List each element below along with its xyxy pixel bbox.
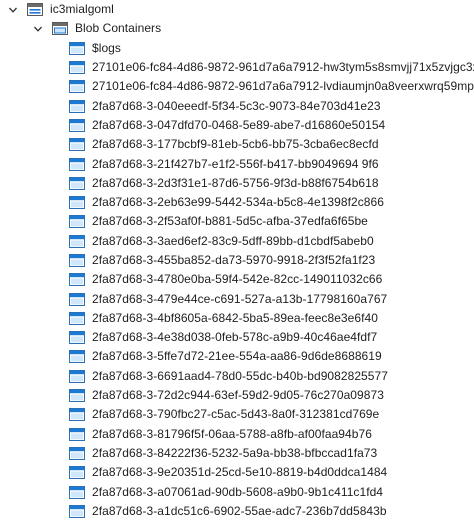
container-label: 2fa87d68-3-72d2c944-63ef-59d2-9d05-76c27… — [92, 388, 384, 403]
blob-container-icon — [69, 389, 85, 403]
container-label: 2fa87d68-3-3aed6ef2-83c9-5dff-89bb-d1cbd… — [92, 233, 374, 248]
blob-container-icon — [69, 292, 85, 306]
explorer-tree: ic3mialgoml Blob Containers $logs 27101e0… — [0, 0, 474, 521]
container-label: 2fa87d68-3-5ffe7d72-21ee-554a-aa86-9d6de… — [92, 349, 382, 364]
container-label: 2fa87d68-3-2f53af0f-b881-5d5c-afba-37edf… — [92, 214, 368, 229]
tree-node-container[interactable]: 2fa87d68-3-6691aad4-78d0-55dc-b40b-bd908… — [0, 367, 474, 386]
tree-node-container[interactable]: 2fa87d68-3-9e20351d-25cd-5e10-8819-b4d0d… — [0, 463, 474, 482]
storage-account-label: ic3mialgoml — [50, 2, 114, 17]
tree-node-container[interactable]: 27101e06-fc84-4d86-9872-961d7a6a7912-lvd… — [0, 77, 474, 96]
container-label: 2fa87d68-3-040eeedf-5f34-5c3c-9073-84e70… — [92, 98, 381, 113]
container-label: 2fa87d68-3-4e38d038-0feb-578c-a9b9-40c46… — [92, 330, 378, 345]
blob-containers-icon — [52, 22, 68, 36]
container-label: 2fa87d68-3-21f427b7-e1f2-556f-b417-bb904… — [92, 156, 379, 171]
container-label: $logs — [92, 40, 121, 55]
tree-node-container[interactable]: 2fa87d68-3-4bf8605a-6842-5ba5-89ea-feec8… — [0, 309, 474, 328]
blob-container-icon — [69, 273, 85, 287]
container-label: 2fa87d68-3-9e20351d-25cd-5e10-8819-b4d0d… — [92, 465, 388, 480]
tree-node-container[interactable]: 2fa87d68-3-4e38d038-0feb-578c-a9b9-40c46… — [0, 328, 474, 347]
blob-container-icon — [69, 41, 85, 55]
container-label: 2fa87d68-3-a07061ad-90db-5608-a9b0-9b1c4… — [92, 484, 384, 499]
tree-node-blob-containers[interactable]: Blob Containers — [0, 19, 474, 38]
blob-container-icon — [69, 446, 85, 460]
container-label: 27101e06-fc84-4d86-9872-961d7a6a7912-hw3… — [92, 60, 474, 75]
container-label: 2fa87d68-3-6691aad4-78d0-55dc-b40b-bd908… — [92, 368, 388, 383]
blob-container-icon — [69, 254, 85, 267]
blob-container-icon — [69, 99, 85, 113]
container-label: 2fa87d68-3-790fbc27-c5ac-5d43-8a0f-31238… — [92, 407, 380, 422]
blob-container-icon — [69, 331, 85, 345]
container-label: 2fa87d68-3-4bf8605a-6842-5ba5-89ea-feec8… — [92, 310, 378, 325]
tree-node-container[interactable]: 2fa87d68-3-2f53af0f-b881-5d5c-afba-37edf… — [0, 212, 474, 231]
tree-node-container[interactable]: 2fa87d68-3-4780e0ba-59f4-542e-82cc-14901… — [0, 270, 474, 289]
tree-node-container[interactable]: 2fa87d68-3-790fbc27-c5ac-5d43-8a0f-31238… — [0, 405, 474, 424]
storage-account-icon — [27, 3, 43, 17]
tree-node-container[interactable]: 2fa87d68-3-72d2c944-63ef-59d2-9d05-76c27… — [0, 386, 474, 405]
blob-container-icon — [69, 485, 85, 499]
blob-container-icon — [69, 234, 85, 248]
container-label: 2fa87d68-3-84222f36-5232-5a9a-bb38-bfbcc… — [92, 445, 378, 460]
container-list: $logs 27101e06-fc84-4d86-9872-961d7a6a791… — [0, 39, 474, 521]
container-label: 2fa87d68-3-81796f5f-06aa-5788-a8fb-af00f… — [92, 426, 372, 441]
blob-container-icon — [69, 215, 85, 229]
container-label: 2fa87d68-3-4780e0ba-59f4-542e-82cc-14901… — [92, 272, 383, 287]
blob-container-icon — [69, 427, 85, 441]
container-label: 2fa87d68-3-047dfd70-0468-5e89-abe7-d1686… — [92, 117, 386, 132]
tree-node-container[interactable]: 2fa87d68-3-a07061ad-90db-5608-a9b0-9b1c4… — [0, 482, 474, 501]
container-label: 2fa87d68-3-479e44ce-c691-527a-a13b-17798… — [92, 291, 388, 306]
tree-node-container[interactable]: 2fa87d68-3-2eb63e99-5442-534a-b5c8-4e139… — [0, 193, 474, 212]
blob-container-icon — [69, 80, 85, 94]
blob-containers-label: Blob Containers — [75, 21, 162, 36]
blob-container-icon — [69, 61, 85, 75]
container-label: 2fa87d68-3-2d3f31e1-87d6-5756-9f3d-b88f6… — [92, 175, 379, 190]
blob-container-icon — [69, 350, 85, 364]
tree-node-container[interactable]: 2fa87d68-3-479e44ce-c691-527a-a13b-17798… — [0, 289, 474, 308]
tree-node-container[interactable]: 2fa87d68-3-81796f5f-06aa-5788-a8fb-af00f… — [0, 425, 474, 444]
tree-node-storage-account[interactable]: ic3mialgoml — [0, 0, 474, 19]
tree-node-container[interactable]: 2fa87d68-3-177bcbf9-81eb-5cb6-bb75-3cba6… — [0, 135, 474, 154]
blob-container-icon — [69, 176, 85, 190]
blob-container-icon — [69, 157, 85, 171]
container-label: 2fa87d68-3-455ba852-da73-5970-9918-2f3f5… — [92, 253, 376, 267]
tree-node-container[interactable]: 2fa87d68-3-21f427b7-e1f2-556f-b417-bb904… — [0, 154, 474, 173]
blob-container-icon — [69, 138, 85, 152]
tree-node-container[interactable]: 2fa87d68-3-5ffe7d72-21ee-554a-aa86-9d6de… — [0, 347, 474, 366]
tree-node-container[interactable]: 2fa87d68-3-047dfd70-0468-5e89-abe7-d1686… — [0, 116, 474, 135]
blob-container-icon — [69, 311, 85, 325]
container-label: 2fa87d68-3-2eb63e99-5442-534a-b5c8-4e139… — [92, 195, 384, 210]
tree-node-container[interactable]: 2fa87d68-3-3aed6ef2-83c9-5dff-89bb-d1cbd… — [0, 232, 474, 251]
tree-node-container[interactable]: 2fa87d68-3-040eeedf-5f34-5c3c-9073-84e70… — [0, 96, 474, 115]
container-label: 2fa87d68-3-a1dc51c6-6902-55ae-adc7-236b7… — [92, 503, 387, 518]
blob-container-icon — [69, 504, 85, 518]
tree-node-container[interactable]: 2fa87d68-3-2d3f31e1-87d6-5756-9f3d-b88f6… — [0, 174, 474, 193]
blob-container-icon — [69, 466, 85, 480]
tree-node-container[interactable]: 2fa87d68-3-84222f36-5232-5a9a-bb38-bfbcc… — [0, 444, 474, 463]
container-label: 27101e06-fc84-4d86-9872-961d7a6a7912-lvd… — [92, 79, 474, 94]
container-label: 2fa87d68-3-177bcbf9-81eb-5cb6-bb75-3cba6… — [92, 137, 379, 152]
tree-node-container[interactable]: 27101e06-fc84-4d86-9872-961d7a6a7912-hw3… — [0, 58, 474, 77]
tree-node-container[interactable]: 2fa87d68-3-455ba852-da73-5970-9918-2f3f5… — [0, 251, 474, 270]
chevron-down-icon[interactable] — [32, 19, 44, 38]
blob-container-icon — [69, 196, 85, 210]
blob-container-icon — [69, 408, 85, 422]
blob-container-icon — [69, 369, 85, 383]
tree-node-container[interactable]: $logs — [0, 39, 474, 58]
blob-container-icon — [69, 118, 85, 132]
chevron-down-icon[interactable] — [7, 0, 19, 19]
tree-node-container[interactable]: 2fa87d68-3-a1dc51c6-6902-55ae-adc7-236b7… — [0, 502, 474, 521]
